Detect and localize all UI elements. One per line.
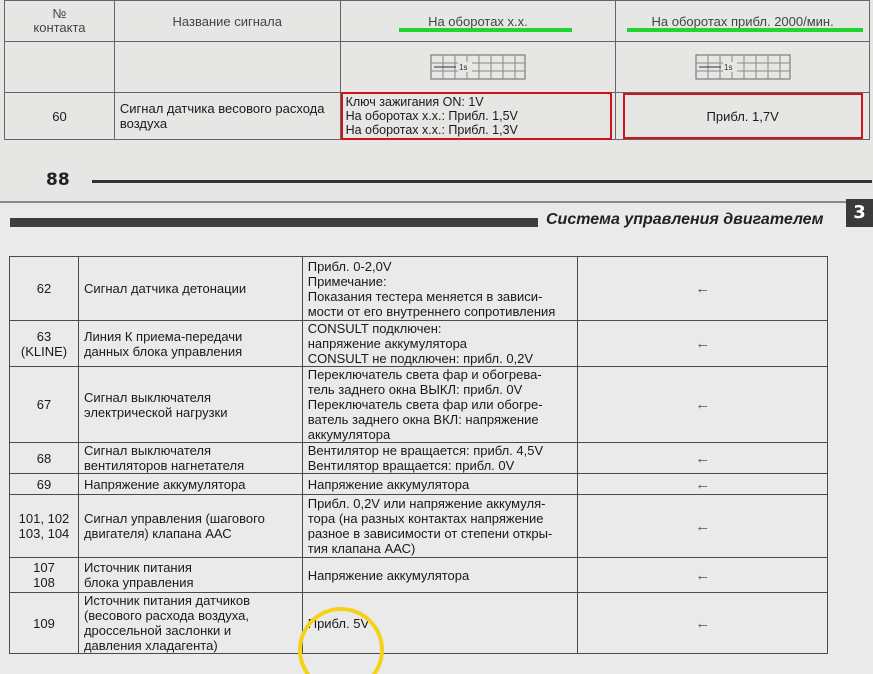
header-idle: На оборотах х.х. xyxy=(339,0,617,42)
contact-number: 63 (KLINE) xyxy=(9,320,79,367)
green-highlight-2000 xyxy=(627,28,863,32)
signal-value: Напряжение аккумулятора xyxy=(301,557,579,593)
signal-value: CONSULT подключен: напряжение аккумулято… xyxy=(301,320,579,367)
contact-number: 60 xyxy=(4,92,115,140)
contact-number: 109 xyxy=(9,592,79,654)
table-row: 67 Сигнал выключателя электрической нагру… xyxy=(9,366,828,443)
page-number: 88 xyxy=(46,170,70,190)
signal-name: Сигнал датчика весового расхода воздуха xyxy=(113,92,341,140)
signal-value: Прибл. 0,2V или напряжение аккумуля- тор… xyxy=(301,494,579,558)
table-header-row: № контакта Название сигнала На оборотах … xyxy=(4,0,870,42)
signal-name: Сигнал выключателя электрической нагрузк… xyxy=(77,366,303,443)
header-signal-name: Название сигнала xyxy=(113,0,341,42)
signal-value: Вентилятор не вращается: прибл. 4,5V Вен… xyxy=(301,442,579,474)
contact-number: 69 xyxy=(9,473,79,495)
table-row: 63 (KLINE) Линия К приема-передачи данных… xyxy=(9,320,828,367)
signal-name: Сигнал выключателя вентиляторов нагнетат… xyxy=(77,442,303,474)
chapter-tab: 3 xyxy=(846,199,873,227)
oscillogram-row: 1s 1s xyxy=(4,41,870,93)
same-as-above-arrow: ← xyxy=(577,473,828,495)
table-row: 101, 102 103, 104 Сигнал управления (шаго… xyxy=(9,494,828,558)
same-as-above-arrow: ← xyxy=(577,494,828,558)
table-row: 109 Источник питания датчиков (весового р… xyxy=(9,592,828,654)
section-header-band xyxy=(10,218,538,227)
footer-rule xyxy=(92,180,872,183)
same-as-above-arrow: ← xyxy=(577,442,828,474)
same-as-above-arrow: ← xyxy=(577,366,828,443)
contact-number: 62 xyxy=(9,256,79,321)
same-as-above-arrow: ← xyxy=(577,592,828,654)
signal-value: Напряжение аккумулятора xyxy=(301,473,579,495)
signal-table-bottom: 62 Сигнал датчика детонации Прибл. 0-2,0V … xyxy=(9,256,828,654)
contact-number: 101, 102 103, 104 xyxy=(9,494,79,558)
signal-name: Сигнал управления (шагового двигателя) к… xyxy=(77,494,303,558)
table-row: 69 Напряжение аккумулятора Напряжение акку… xyxy=(9,473,828,495)
table-row: 107 108 Источник питания блока управления… xyxy=(9,557,828,593)
red-box-2000 xyxy=(623,93,863,139)
scope-grid-2000: 1s xyxy=(615,41,870,93)
same-as-above-arrow: ← xyxy=(577,256,828,321)
table-row: 62 Сигнал датчика детонации Прибл. 0-2,0V … xyxy=(9,256,828,321)
contact-number: 107 108 xyxy=(9,557,79,593)
signal-value: Прибл. 0-2,0V Примечание: Показания тест… xyxy=(301,256,579,321)
svg-text:1s: 1s xyxy=(459,63,467,72)
header-contact-no: № контакта xyxy=(4,0,115,42)
table-row: 68 Сигнал выключателя вентиляторов нагнет… xyxy=(9,442,828,474)
green-highlight-idle xyxy=(399,28,572,32)
section-title: Система управления двигателем xyxy=(546,211,824,228)
svg-text:1s: 1s xyxy=(724,63,732,72)
signal-name: Напряжение аккумулятора xyxy=(77,473,303,495)
scope-grid-idle: 1s xyxy=(339,41,617,93)
red-box-idle xyxy=(341,92,612,140)
contact-number: 68 xyxy=(9,442,79,474)
signal-name: Сигнал датчика детонации xyxy=(77,256,303,321)
signal-value: Переключатель света фар и обогрева- тель… xyxy=(301,366,579,443)
signal-name: Линия К приема-передачи данных блока упр… xyxy=(77,320,303,367)
same-as-above-arrow: ← xyxy=(577,557,828,593)
signal-name: Источник питания датчиков (весового расх… xyxy=(77,592,303,654)
same-as-above-arrow: ← xyxy=(577,320,828,367)
signal-name: Источник питания блока управления xyxy=(77,557,303,593)
header-rpm2000: На оборотах прибл. 2000/мин. xyxy=(615,0,870,42)
bottom-page-fragment: Система управления двигателем 62 Сигнал д… xyxy=(0,203,873,674)
contact-number: 67 xyxy=(9,366,79,443)
top-page-fragment: № контакта Название сигнала На оборотах … xyxy=(0,0,873,203)
